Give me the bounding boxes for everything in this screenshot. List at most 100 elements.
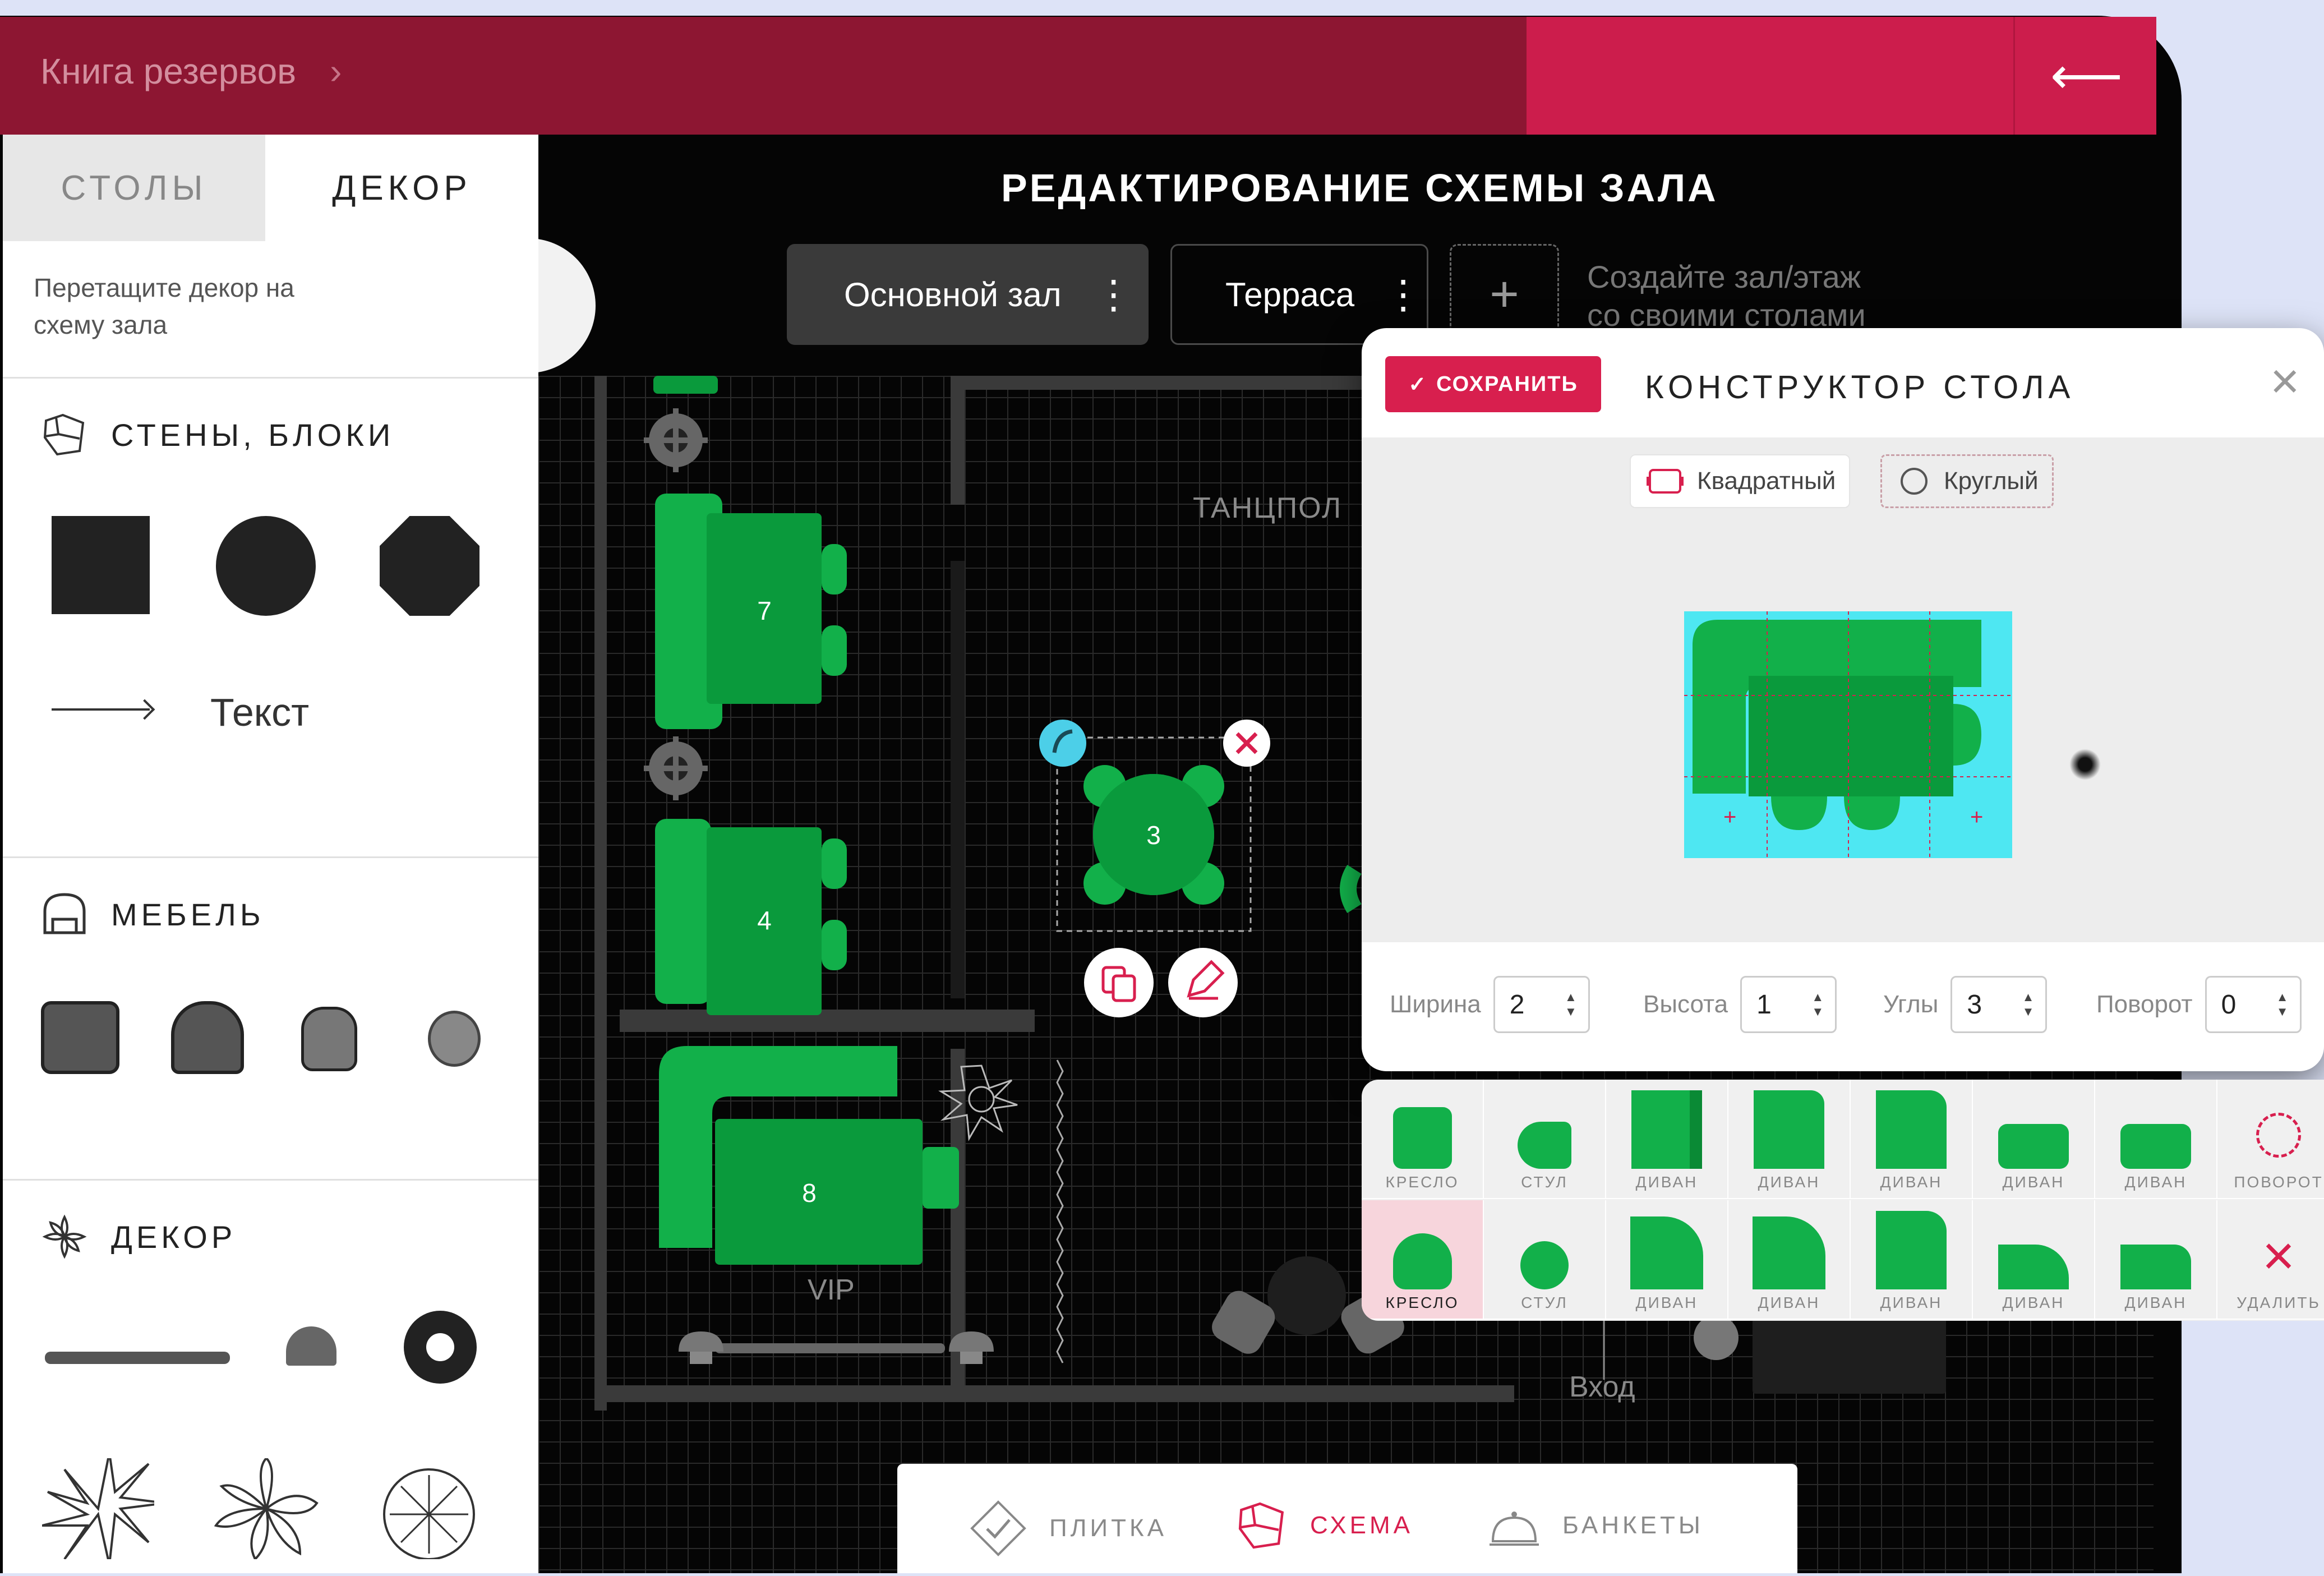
wall [952, 376, 1384, 390]
save-button[interactable]: ✓ СОХРАНИТЬ [1385, 356, 1601, 412]
decor-lamp[interactable] [286, 1326, 336, 1366]
palette-item-sofa[interactable]: ДИВАН [1851, 1200, 1973, 1320]
wall [951, 561, 965, 998]
height-stepper[interactable]: 1 ▲ ▼ [1740, 976, 1837, 1033]
palette-item-sofa[interactable]: ДИВАН [1973, 1080, 2095, 1199]
palette-item-armchair[interactable]: КРЕСЛО [1362, 1200, 1484, 1320]
param-height: Высота 1 ▲ ▼ [1643, 976, 1837, 1033]
floor-plan-icon [43, 413, 85, 456]
sofa-shape [1630, 1216, 1703, 1289]
palette-item-chair[interactable]: СТУЛ [1484, 1200, 1606, 1320]
furniture-armchair-square[interactable] [41, 1001, 119, 1074]
palette-item-label: ДИВАН [1758, 1294, 1820, 1311]
round-table-icon [1901, 468, 1928, 495]
table-number-label: 7 [757, 596, 772, 625]
wall-block-square[interactable] [52, 516, 150, 614]
hall-tab-main[interactable]: Основной зал ⋮ [787, 244, 1149, 345]
page-title: РЕДАКТИРОВАНИЕ СХЕМЫ ЗАЛА [1001, 166, 1718, 210]
palette-item-sofa[interactable]: ДИВАН [1728, 1080, 1851, 1199]
breadcrumb-root[interactable]: Книга резервов [40, 51, 296, 91]
shape-round-button[interactable]: Круглый [1880, 454, 2054, 508]
hall-tab-label: Основной зал [844, 275, 1062, 314]
palette-item-label: СТУЛ [1521, 1294, 1568, 1311]
furniture-chair[interactable] [301, 1007, 357, 1071]
zone-label-entrance: Вход [1569, 1371, 1635, 1403]
palette-item-sofa[interactable]: ДИВАН [1606, 1200, 1728, 1320]
rotate-button[interactable]: ПОВОРОТ [2217, 1080, 2324, 1199]
kebab-menu-icon[interactable]: ⋮ [1384, 275, 1423, 314]
param-label: Поворот [2096, 990, 2193, 1018]
palette-item-label: УДАЛИТЬ [2237, 1294, 2321, 1311]
check-icon: ✓ [1408, 372, 1428, 397]
stepper-value: 3 [1967, 989, 1982, 1020]
section-title: МЕБЕЛЬ [39, 889, 265, 939]
sofa-shape [1998, 1245, 2069, 1289]
stepper-value: 1 [1756, 989, 1772, 1020]
close-icon[interactable]: × [2270, 356, 2300, 407]
furniture-stool[interactable] [428, 1011, 481, 1067]
furniture-armchair-round[interactable] [171, 1001, 244, 1074]
breadcrumb[interactable]: Книга резервов › [40, 50, 342, 92]
delete-button[interactable]: × УДАЛИТЬ [2217, 1200, 2324, 1320]
plant-icon[interactable] [42, 1458, 154, 1559]
rotation-stepper[interactable]: 0 ▲ ▼ [2205, 976, 2302, 1033]
palette-item-sofa[interactable]: ДИВАН [2095, 1200, 2217, 1320]
palette-item-sofa[interactable]: ДИВАН [1973, 1200, 2095, 1320]
wall-block-circle[interactable] [216, 516, 316, 616]
palette-item-sofa[interactable]: ДИВАН [1606, 1080, 1728, 1199]
stepper-arrows-icon[interactable]: ▲ ▼ [1811, 990, 1824, 1019]
arrow-left-icon: ⟵ [2050, 48, 2123, 104]
text-tool[interactable]: Текст [210, 690, 309, 735]
create-hall-hint: Создайте зал/этаж со своими столами [1587, 258, 1866, 334]
palette-item-label: ДИВАН [1880, 1173, 1943, 1191]
section-title-label: ДЕКОР [111, 1219, 237, 1255]
stepper-value: 0 [2221, 989, 2237, 1020]
nav-banquets[interactable]: БАНКЕТЫ [1486, 1497, 1704, 1554]
palette-item-label: ПОВОРОТ [2234, 1173, 2323, 1191]
nav-tiles-label: ПЛИТКА [1049, 1514, 1167, 1542]
shape-square-button[interactable]: Квадратный [1630, 454, 1851, 508]
palette-item-label: КРЕСЛО [1385, 1294, 1459, 1311]
sidebar: СТОЛЫ ДЕКОР Перетащите декор на схему за… [3, 135, 538, 1573]
modal-title: КОНСТРУКТОР СТОЛА [1645, 369, 2075, 405]
plant-icon[interactable] [373, 1458, 485, 1559]
flower-icon [42, 1214, 87, 1259]
tab-decor[interactable]: ДЕКОР [265, 135, 538, 241]
tab-tables[interactable]: СТОЛЫ [3, 135, 265, 241]
palette-item-sofa[interactable]: ДИВАН [1851, 1080, 1973, 1199]
kebab-menu-icon[interactable]: ⋮ [1094, 275, 1133, 314]
column-marker [644, 408, 708, 472]
decor-bench[interactable] [45, 1352, 230, 1364]
nav-tiles[interactable]: ПЛИТКА [967, 1497, 1167, 1559]
wall [620, 1010, 1035, 1032]
palette-item-label: ДИВАН [2002, 1294, 2065, 1311]
palette-item-chair[interactable]: СТУЛ [1484, 1080, 1606, 1199]
stepper-arrows-icon[interactable]: ▲ ▼ [2276, 990, 2289, 1019]
section-furniture: МЕБЕЛЬ [3, 856, 538, 1181]
plant-icon[interactable] [210, 1458, 322, 1559]
palette-item-sofa[interactable]: ДИВАН [2095, 1080, 2217, 1199]
shape-square-label: Квадратный [1697, 467, 1836, 495]
section-title: ДЕКОР [39, 1211, 236, 1262]
sofa-shape [1631, 1090, 1702, 1169]
rotate-handle-icon [1039, 720, 1086, 767]
palette-item-sofa[interactable]: ДИВАН [1728, 1200, 1851, 1320]
lamp-round [1694, 1315, 1739, 1360]
tiles-check-icon [970, 1500, 1026, 1556]
create-hint-line: Создайте зал/этаж [1587, 259, 1861, 294]
back-button[interactable]: ⟵ [2013, 17, 2158, 135]
delete-x-icon: × [2262, 1224, 2295, 1287]
palette-item-armchair[interactable]: КРЕСЛО [1362, 1080, 1484, 1199]
wall-block-octagon[interactable] [380, 516, 479, 616]
sofa-shape [1876, 1090, 1947, 1169]
param-label: Углы [1883, 990, 1939, 1018]
nav-scheme[interactable]: СХЕМА [1234, 1497, 1413, 1554]
corners-stepper[interactable]: 3 ▲ ▼ [1951, 976, 2048, 1033]
wall [594, 1385, 1514, 1402]
table-4-group [655, 819, 847, 1015]
section-title: СТЕНЫ, БЛОКИ [39, 409, 394, 460]
width-stepper[interactable]: 2 ▲ ▼ [1493, 976, 1590, 1033]
shape-round-label: Круглый [1944, 467, 2039, 495]
stepper-arrows-icon[interactable]: ▲ ▼ [2022, 990, 2035, 1019]
stepper-arrows-icon[interactable]: ▲ ▼ [1565, 990, 1577, 1019]
